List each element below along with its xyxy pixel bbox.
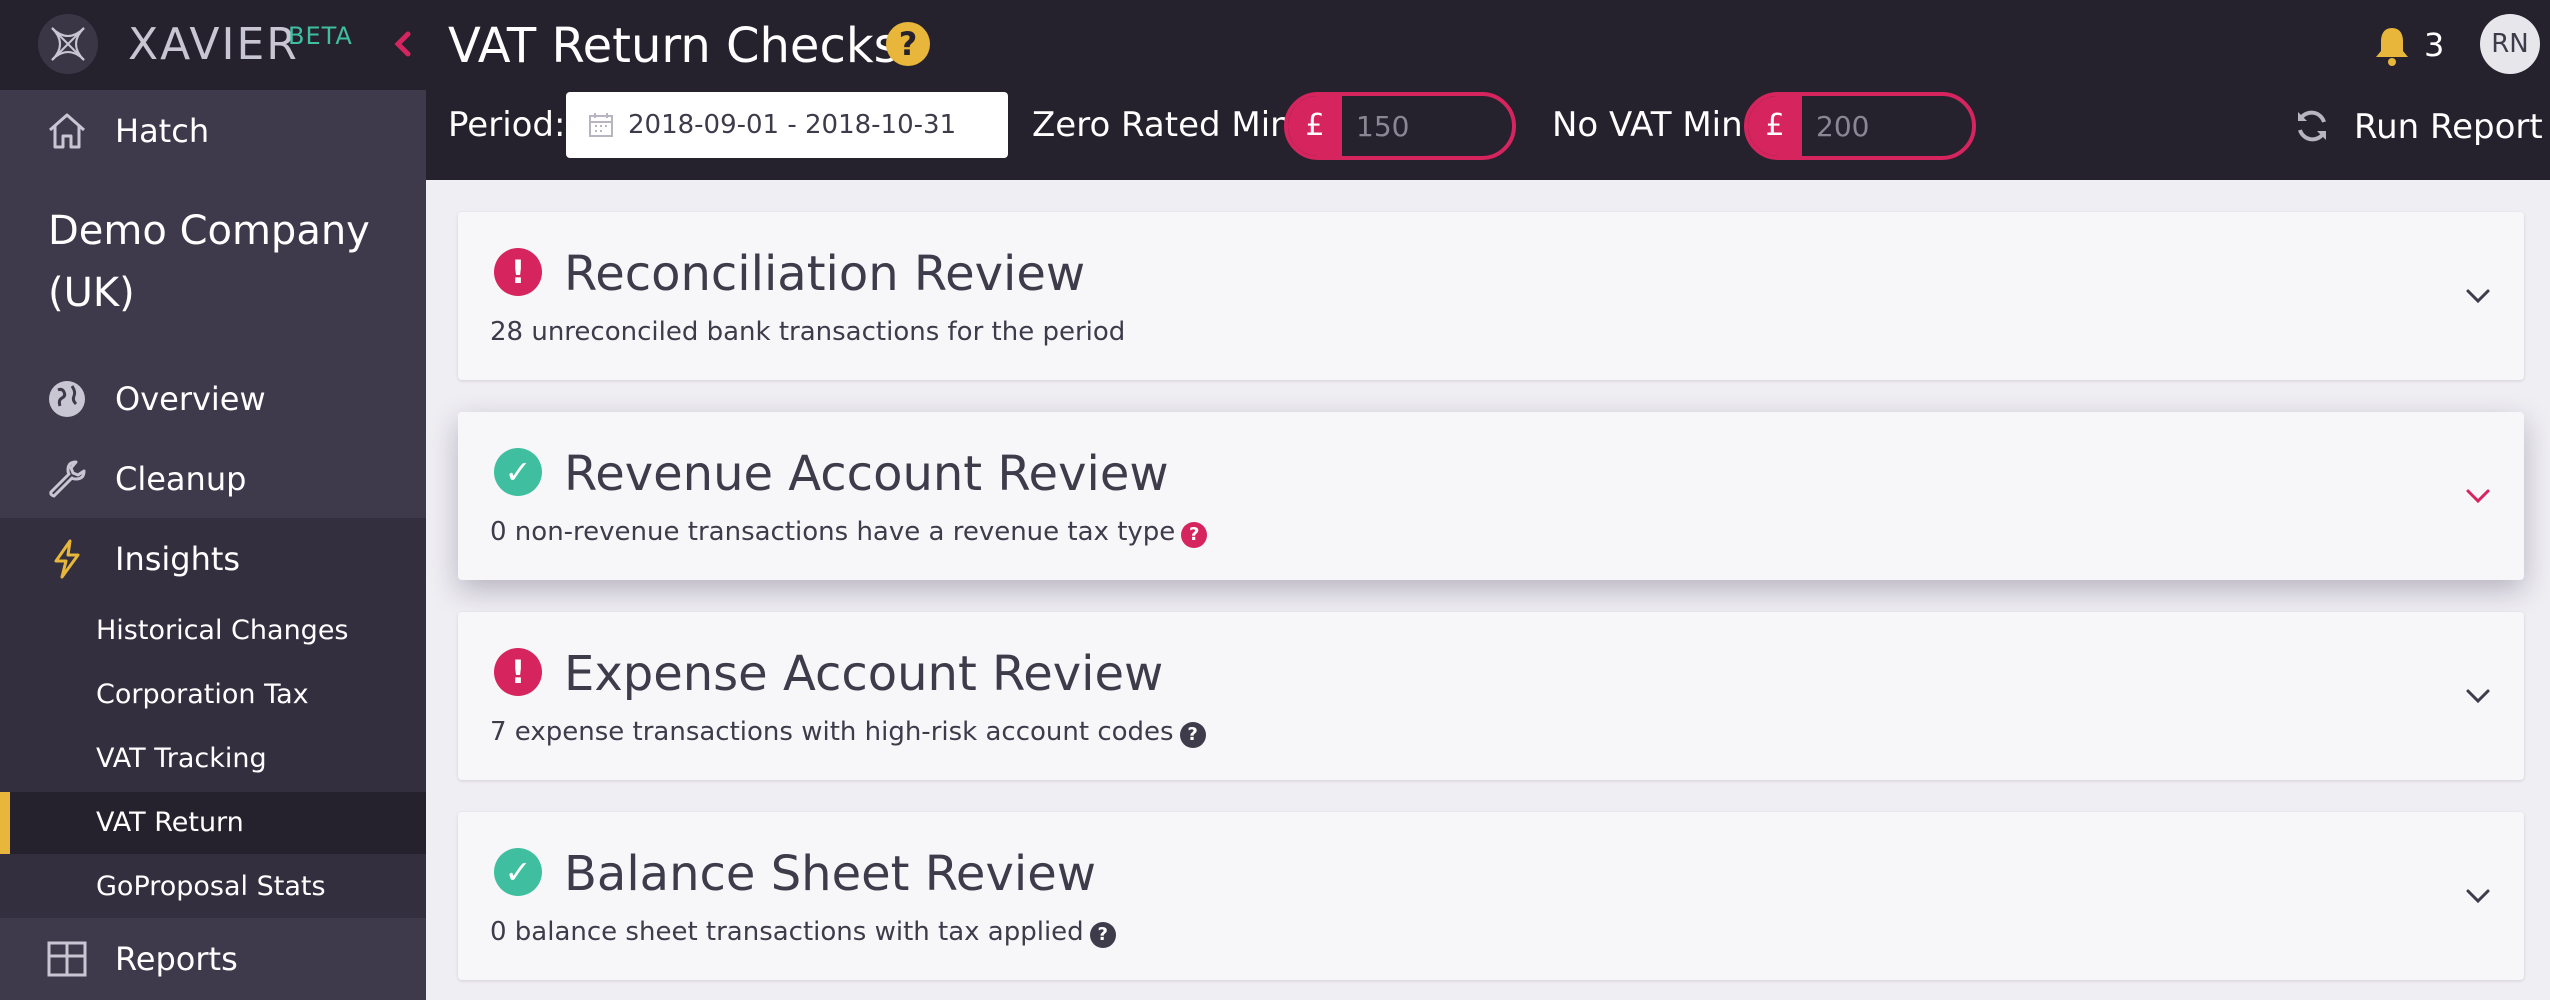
sidebar-item-reports[interactable]: Reports [0, 922, 426, 994]
zero-rated-min-field: £ [1284, 92, 1516, 160]
wrench-icon [49, 460, 86, 498]
card-subtitle: 0 non-revenue transactions have a revenu… [490, 516, 1208, 548]
run-report-label: Run Report [2354, 107, 2543, 147]
card-subtitle: 7 expense transactions with high-risk ac… [490, 716, 1206, 748]
beta-badge: BETA [288, 22, 353, 50]
header-bar: VAT Return Checks ? 3 RN Period: 2018-09… [426, 0, 2550, 180]
avatar[interactable]: RN [2480, 14, 2540, 74]
period-value: 2018-09-01 - 2018-10-31 [628, 110, 957, 140]
brand-name: XAVIER [128, 19, 299, 70]
sidebar-item-historical-changes[interactable]: Historical Changes [0, 600, 426, 662]
table-grid-icon [47, 941, 87, 977]
card-title: Revenue Account Review [564, 446, 1169, 502]
no-vat-min-input[interactable] [1802, 96, 1972, 156]
refresh-icon [2298, 110, 2326, 142]
card-subtitle: 0 balance sheet transactions with tax ap… [490, 916, 1116, 948]
company-name: Demo Company (UK) [48, 208, 370, 316]
sidebar-item-insights[interactable]: Insights [0, 522, 426, 594]
help-icon[interactable]: ? [886, 22, 930, 66]
sidebar-item-label: Insights [115, 540, 241, 578]
chevron-left-icon[interactable] [388, 24, 418, 64]
sidebar-item-corporation-tax[interactable]: Corporation Tax [0, 664, 426, 726]
xavier-logo-mark [51, 27, 85, 61]
chevron-down-icon[interactable] [2460, 678, 2496, 714]
sidebar-subitem-label: Corporation Tax [96, 679, 309, 710]
sidebar-item-hatch[interactable]: Hatch [0, 94, 426, 166]
period-date-range-input[interactable]: 2018-09-01 - 2018-10-31 [566, 92, 1008, 158]
card-subtitle-text: 28 unreconciled bank transactions for th… [490, 317, 1126, 347]
run-report-button[interactable]: Run Report [2294, 96, 2550, 156]
sidebar-subitem-label: VAT Tracking [96, 743, 267, 774]
lightning-icon [54, 539, 80, 579]
chevron-down-icon[interactable] [2460, 278, 2496, 314]
page-title: VAT Return Checks [448, 18, 899, 74]
home-icon [49, 113, 85, 149]
error-icon: ! [494, 248, 542, 296]
sidebar-subitem-label: VAT Return [96, 807, 244, 838]
balance-sheet-review-card[interactable]: ✓ Balance Sheet Review 0 balance sheet t… [458, 812, 2524, 980]
sidebar-item-vat-return[interactable]: VAT Return [0, 792, 426, 854]
globe-icon [49, 381, 85, 417]
xavier-logo[interactable] [38, 14, 98, 74]
card-title: Expense Account Review [564, 646, 1164, 702]
sidebar-item-label: Reports [115, 940, 238, 978]
sidebar-item-label: Overview [115, 380, 266, 418]
sidebar-subitem-label: Historical Changes [96, 615, 349, 646]
sidebar-item-goproposal-stats[interactable]: GoProposal Stats [0, 856, 426, 918]
notification-count: 3 [2424, 26, 2445, 64]
no-vat-min-field: £ [1744, 92, 1976, 160]
card-subtitle-text: 7 expense transactions with high-risk ac… [490, 717, 1174, 747]
card-subtitle: 28 unreconciled bank transactions for th… [490, 316, 1125, 348]
error-icon: ! [494, 648, 542, 696]
check-circle-icon: ✓ [494, 448, 542, 496]
sidebar-item-label: Hatch [115, 112, 210, 150]
currency-symbol: £ [1288, 96, 1342, 156]
help-icon[interactable]: ? [1089, 922, 1116, 948]
bell-icon[interactable] [2372, 24, 2412, 68]
brand-bar: XAVIER BETA [0, 0, 426, 90]
revenue-account-review-card[interactable]: ✓ Revenue Account Review 0 non-revenue t… [458, 412, 2524, 580]
no-vat-min-label: No VAT Min [1552, 105, 1743, 145]
sidebar-item-cleanup[interactable]: Cleanup [0, 442, 426, 514]
currency-symbol: £ [1748, 96, 1802, 156]
chevron-down-icon[interactable] [2460, 878, 2496, 914]
sidebar: XAVIER BETA Hatch Demo Company (UK) Over… [0, 0, 426, 1000]
reconciliation-review-card[interactable]: ! Reconciliation Review 28 unreconciled … [458, 212, 2524, 380]
card-title: Reconciliation Review [564, 246, 1086, 302]
check-circle-icon: ✓ [494, 848, 542, 896]
zero-rated-min-input[interactable] [1342, 96, 1512, 156]
card-subtitle-text: 0 balance sheet transactions with tax ap… [490, 917, 1084, 947]
sidebar-subitem-label: GoProposal Stats [96, 871, 326, 902]
card-title: Balance Sheet Review [564, 846, 1096, 902]
calendar-icon [589, 113, 613, 137]
card-subtitle-text: 0 non-revenue transactions have a revenu… [490, 517, 1176, 547]
period-label: Period: [448, 105, 566, 145]
zero-rated-min-label: Zero Rated Min [1032, 105, 1292, 145]
chevron-down-icon[interactable] [2460, 478, 2496, 514]
help-icon[interactable]: ? [1181, 522, 1208, 548]
sidebar-item-vat-tracking[interactable]: VAT Tracking [0, 728, 426, 790]
sidebar-item-overview[interactable]: Overview [0, 362, 426, 434]
help-icon[interactable]: ? [1179, 722, 1206, 748]
insights-section: Insights Historical Changes Corporation … [0, 518, 426, 918]
expense-account-review-card[interactable]: ! Expense Account Review 7 expense trans… [458, 612, 2524, 780]
sidebar-item-label: Cleanup [115, 460, 247, 498]
